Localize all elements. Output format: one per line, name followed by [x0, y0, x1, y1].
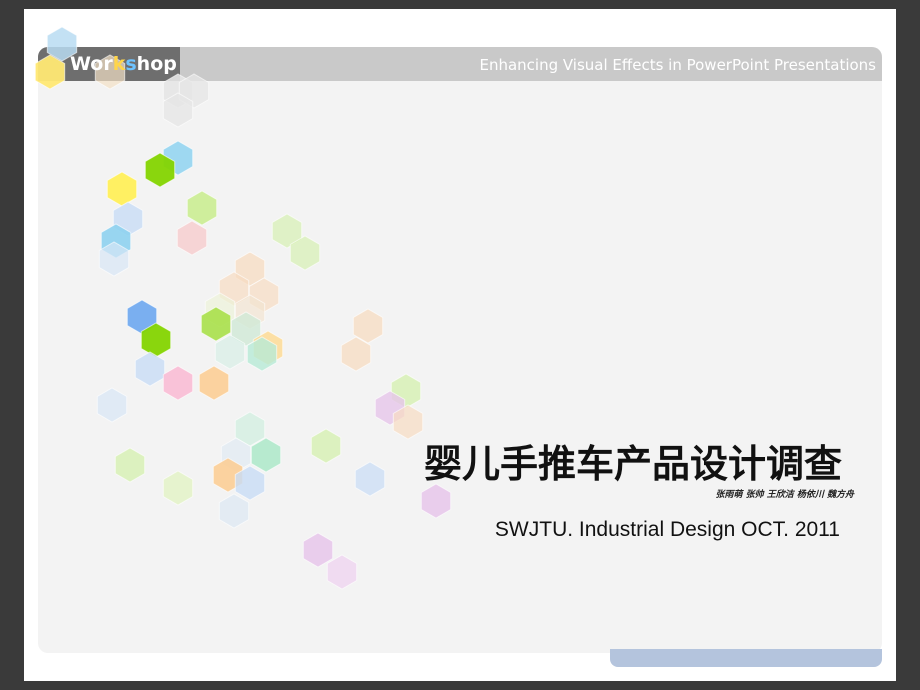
hexagon-shape [302, 532, 334, 568]
logo-text-c: s [125, 53, 137, 75]
hexagon-shape [134, 351, 166, 387]
logo-text-a: Wor [70, 53, 113, 75]
hexagon-shape [198, 365, 230, 401]
logo-text-d: hop [136, 53, 177, 75]
slide[interactable]: Workshop Enhancing Visual Effects in Pow… [24, 9, 896, 681]
hexagon-shape [326, 554, 358, 590]
hexagon-shape [106, 171, 138, 207]
presentation-window: Workshop Enhancing Visual Effects in Pow… [0, 0, 920, 690]
hexagon-shape [218, 493, 250, 529]
hexagon-shape [176, 220, 208, 256]
authors-line: 张雨萌 张帅 王欣洁 杨依川 魏方舟 [715, 490, 854, 500]
footer-accent-bar [610, 649, 882, 667]
slide-title: 婴儿手推车产品设计调查 [423, 442, 842, 486]
hexagon-shape [114, 447, 146, 483]
hexagon-shape [96, 387, 128, 423]
logo-text-b: k [112, 53, 126, 75]
hexagon-shape [162, 470, 194, 506]
hexagon-shape [162, 365, 194, 401]
hexagon-pattern-icon [34, 26, 452, 590]
header-tagline: Enhancing Visual Effects in PowerPoint P… [479, 56, 876, 74]
hexagon-shape [354, 461, 386, 497]
workshop-logo: Workshop [70, 53, 177, 75]
hexagon-shape [420, 483, 452, 519]
hexagon-shape [186, 190, 218, 226]
hexagon-shape [310, 428, 342, 464]
slide-subtitle: SWJTU. Industrial Design OCT. 2011 [494, 518, 840, 541]
